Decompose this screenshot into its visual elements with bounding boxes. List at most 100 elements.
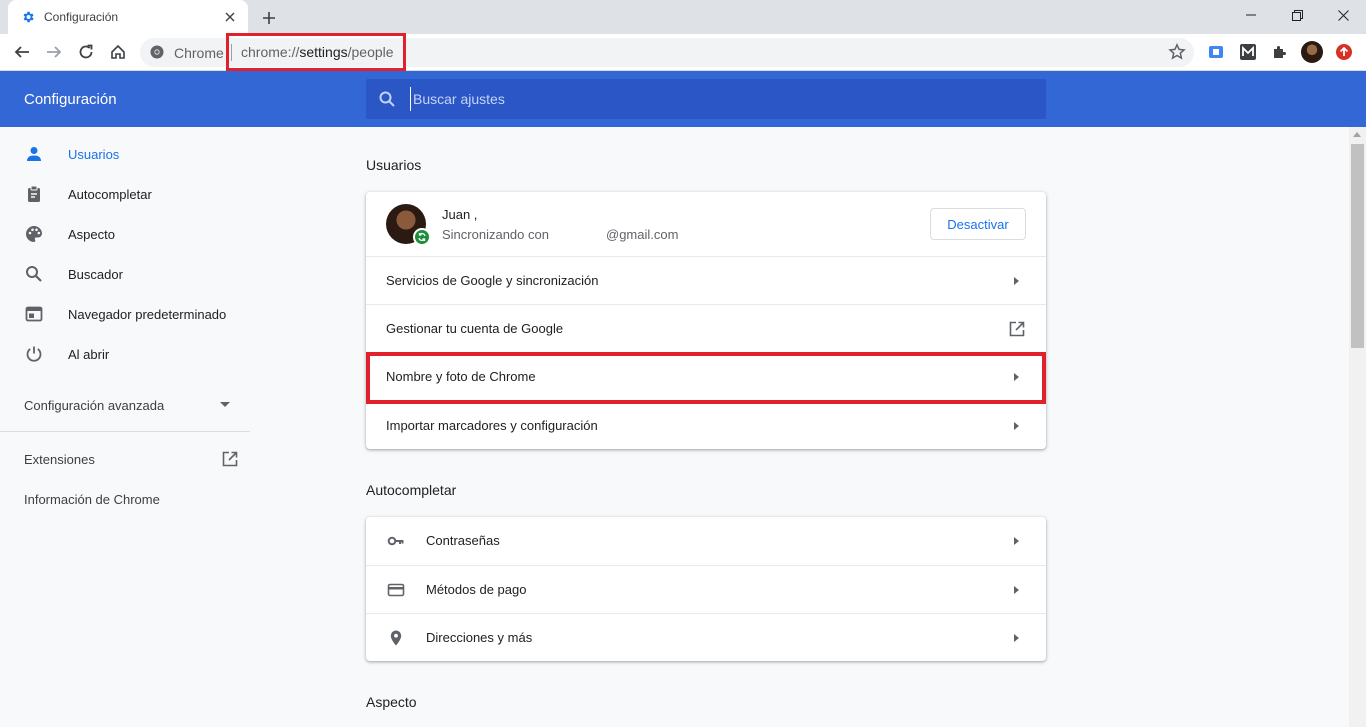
gear-icon bbox=[20, 9, 36, 25]
row-manage-google-account[interactable]: Gestionar tu cuenta de Google bbox=[366, 304, 1046, 352]
home-button[interactable] bbox=[104, 38, 132, 66]
tab-settings[interactable]: Configuración bbox=[8, 0, 248, 34]
power-icon bbox=[24, 344, 44, 364]
row-payment-methods[interactable]: Métodos de pago bbox=[366, 565, 1046, 613]
arrow-left-icon bbox=[14, 46, 29, 58]
row-label: Direcciones y más bbox=[426, 630, 533, 645]
sidebar-advanced-toggle[interactable]: Configuración avanzada bbox=[24, 395, 234, 415]
extensions-button[interactable] bbox=[1266, 38, 1294, 66]
settings-search[interactable] bbox=[366, 79, 1046, 119]
sidebar-item-autofill[interactable]: Autocompletar bbox=[0, 174, 250, 214]
sidebar-advanced-label: Configuración avanzada bbox=[24, 397, 165, 413]
bookmark-star-icon[interactable] bbox=[1168, 43, 1186, 61]
row-addresses[interactable]: Direcciones y más bbox=[366, 613, 1046, 661]
chevron-right-icon bbox=[1014, 634, 1019, 642]
chevron-right-icon bbox=[1014, 586, 1019, 594]
row-label: Importar marcadores y configuración bbox=[386, 418, 598, 433]
sidebar-item-label: Aspecto bbox=[68, 226, 115, 242]
chevron-right-icon bbox=[1014, 422, 1019, 430]
row-label: Métodos de pago bbox=[426, 582, 527, 597]
sidebar-item-label: Usuarios bbox=[68, 146, 120, 162]
tab-strip: Configuración bbox=[0, 0, 1366, 34]
credit-card-icon bbox=[386, 580, 406, 600]
clipboard-icon bbox=[24, 184, 44, 204]
section-title-autofill: Autocompletar bbox=[366, 482, 457, 498]
back-button[interactable] bbox=[8, 38, 36, 66]
profile-row: Juan , Sincronizando con @gmail.com Desa… bbox=[366, 192, 1046, 256]
row-label: Servicios de Google y sincronización bbox=[386, 273, 599, 288]
sync-status: Sincronizando con bbox=[442, 227, 549, 242]
row-label: Contraseñas bbox=[426, 533, 500, 548]
scrollbar-thumb[interactable] bbox=[1351, 144, 1364, 348]
update-button[interactable] bbox=[1330, 38, 1358, 66]
browser-window-icon bbox=[24, 304, 44, 324]
scroll-up-arrow-icon[interactable] bbox=[1353, 132, 1361, 137]
autofill-card: Contraseñas Métodos de pago Direcciones … bbox=[366, 517, 1046, 661]
row-highlight-box bbox=[366, 352, 1046, 404]
mail-extension-icon bbox=[1240, 44, 1256, 60]
reload-icon bbox=[79, 44, 93, 59]
key-icon bbox=[386, 531, 406, 551]
row-passwords[interactable]: Contraseñas bbox=[366, 517, 1046, 565]
translate-icon bbox=[1209, 46, 1223, 58]
settings-header: Configuración bbox=[0, 71, 1366, 127]
close-window-button[interactable] bbox=[1320, 0, 1366, 30]
tab-title: Configuración bbox=[44, 10, 119, 24]
sidebar-item-label: Información de Chrome bbox=[24, 491, 160, 507]
page-scrollbar[interactable] bbox=[1349, 127, 1366, 727]
sidebar-item-appearance[interactable]: Aspecto bbox=[0, 214, 250, 254]
chevron-right-icon bbox=[1014, 277, 1019, 285]
search-input[interactable] bbox=[410, 87, 1010, 111]
minimize-button[interactable] bbox=[1228, 0, 1274, 30]
search-icon bbox=[24, 264, 44, 284]
row-google-services[interactable]: Servicios de Google y sincronización bbox=[366, 256, 1046, 304]
sidebar-item-label: Navegador predeterminado bbox=[68, 306, 227, 322]
sidebar-item-on-startup[interactable]: Al abrir bbox=[0, 334, 250, 374]
restore-button[interactable] bbox=[1274, 0, 1320, 30]
arrow-right-icon bbox=[47, 46, 62, 58]
profile-email: @gmail.com bbox=[606, 227, 679, 242]
profile-button[interactable] bbox=[1298, 38, 1326, 66]
url-highlight-box bbox=[226, 33, 406, 71]
sidebar-item-about-chrome[interactable]: Información de Chrome bbox=[24, 489, 239, 509]
extension-translate-button[interactable] bbox=[1202, 38, 1230, 66]
settings-sidebar: Usuarios Autocompletar Aspecto Buscador … bbox=[0, 127, 250, 727]
row-label: Gestionar tu cuenta de Google bbox=[386, 321, 564, 336]
extension-mail-button[interactable] bbox=[1234, 38, 1262, 66]
person-icon bbox=[24, 144, 44, 164]
location-pin-icon bbox=[386, 628, 406, 648]
site-chip: Chrome bbox=[174, 45, 224, 61]
sidebar-item-default-browser[interactable]: Navegador predeterminado bbox=[0, 294, 250, 334]
sidebar-divider bbox=[0, 431, 250, 432]
open-in-new-icon bbox=[222, 451, 238, 467]
people-card: Juan , Sincronizando con @gmail.com Desa… bbox=[366, 192, 1046, 449]
sidebar-item-label: Buscador bbox=[68, 266, 123, 282]
chevron-down-icon bbox=[220, 402, 230, 407]
close-icon[interactable] bbox=[222, 9, 238, 25]
home-icon bbox=[111, 44, 125, 59]
turn-off-sync-button[interactable]: Desactivar bbox=[930, 208, 1026, 240]
chrome-logo-icon bbox=[150, 45, 164, 59]
sidebar-item-extensions[interactable]: Extensiones bbox=[24, 449, 239, 469]
browser-toolbar: Chrome chrome://settings/people bbox=[0, 34, 1366, 71]
reload-button[interactable] bbox=[72, 38, 100, 66]
new-tab-button[interactable] bbox=[258, 7, 280, 29]
sync-icon bbox=[413, 228, 431, 246]
profile-avatar-icon bbox=[1301, 41, 1323, 63]
section-title-people: Usuarios bbox=[366, 157, 422, 173]
sidebar-item-label: Extensiones bbox=[24, 451, 95, 467]
page-title: Configuración bbox=[24, 91, 117, 108]
forward-button[interactable] bbox=[40, 38, 68, 66]
chevron-right-icon bbox=[1014, 537, 1019, 545]
sidebar-item-label: Al abrir bbox=[68, 346, 110, 362]
row-import-bookmarks[interactable]: Importar marcadores y configuración bbox=[366, 401, 1046, 449]
palette-icon bbox=[24, 224, 44, 244]
section-title-appearance: Aspecto bbox=[366, 694, 417, 710]
update-arrow-icon bbox=[1336, 44, 1352, 60]
puzzle-icon bbox=[1274, 46, 1286, 58]
open-in-new-icon bbox=[1009, 321, 1025, 337]
sidebar-item-label: Autocompletar bbox=[68, 186, 152, 202]
sidebar-item-search-engine[interactable]: Buscador bbox=[0, 254, 250, 294]
search-icon bbox=[379, 91, 395, 107]
sidebar-item-users[interactable]: Usuarios bbox=[0, 134, 250, 174]
